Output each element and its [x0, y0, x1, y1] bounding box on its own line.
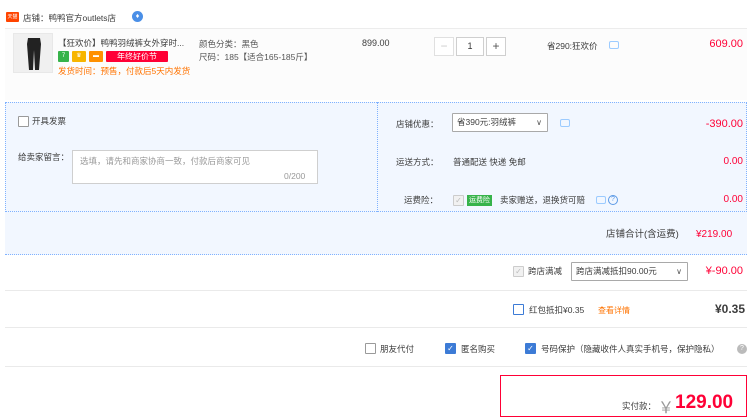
payment-amount: 129.00 [675, 392, 734, 413]
insurance-chat-icon[interactable] [596, 196, 606, 204]
promo-badge: 年终好价节 [106, 51, 168, 62]
delivery-label: 运送方式： [396, 157, 439, 167]
cross-store-label: 跨店满减 [528, 266, 563, 276]
cross-store-checkbox: ✓ [513, 266, 524, 277]
chevron-down-icon: ∨ [676, 267, 682, 276]
quantity-input[interactable]: 1 [456, 37, 484, 56]
cross-store-value: 跨店满减抵扣90.00元 [576, 266, 657, 276]
invoice-label: 开具发票 [32, 116, 67, 126]
gold-service-icon: ♛ [72, 51, 86, 62]
insurance-checkbox: ✓ [453, 195, 464, 206]
store-total-label: 店铺合计(含运费) [606, 229, 679, 240]
message-label: 给卖家留言： [18, 152, 70, 162]
quantity-decrease-button[interactable]: − [434, 37, 454, 56]
sku-info: 颜色分类：黑色 尺码：185【适合165-185斤】 [199, 38, 319, 64]
sku-size: 尺码：185【适合165-185斤】 [199, 52, 313, 62]
discount-chat-icon[interactable] [560, 119, 570, 127]
store-name-link[interactable]: 店铺：鸭鸭官方outlets店 [23, 12, 116, 24]
payment-label: 实付款： [622, 401, 657, 411]
sku-color: 颜色分类：黑色 [199, 39, 259, 49]
friend-pay-label: 朋友代付 [380, 344, 415, 354]
divider [5, 290, 747, 291]
seven-day-return-icon: 7 [58, 51, 69, 62]
help-icon[interactable]: ? [737, 344, 747, 354]
anonymous-label: 匿名购买 [461, 344, 496, 354]
product-thumbnail[interactable] [13, 33, 53, 73]
friend-pay-checkbox[interactable] [365, 343, 376, 354]
store-badge-icon: ♦ [132, 11, 143, 22]
quantity-increase-button[interactable]: + [486, 37, 506, 56]
message-placeholder: 选填，请先和商家协商一致，付款后商家可见 [80, 156, 251, 166]
chat-bubble-icon[interactable] [609, 41, 619, 49]
insurance-tag: 运费险 [467, 195, 492, 206]
savings-text: 省290:狂欢价 [547, 41, 598, 51]
shop-discount-label: 店铺优惠： [396, 119, 439, 129]
shop-discount-select[interactable]: 省390元:羽绒裤 ∨ [452, 113, 548, 132]
product-title-link[interactable]: 【狂欢价】鸭鸭羽绒裤女外穿时... [58, 37, 196, 49]
red-packet-details-link[interactable]: 查看详情 [598, 305, 630, 317]
question-icon[interactable]: ? [608, 195, 618, 205]
divider [5, 366, 747, 367]
cross-store-amount: ¥-90.00 [705, 265, 743, 277]
message-counter: 0/200 [284, 171, 306, 181]
red-packet-checkbox[interactable] [513, 304, 524, 315]
unit-price: 899.00 [362, 38, 390, 48]
insurance-amount: 0.00 [723, 194, 743, 205]
store-total-amount: ¥219.00 [696, 229, 733, 240]
shop-discount-value: 省390元:羽绒裤 [457, 117, 517, 127]
insurance-value: 卖家赠送，退换货可赔 [500, 195, 586, 205]
card-icon: ▬ [89, 51, 103, 62]
tmall-store-icon: 天猫 [6, 12, 19, 22]
cross-store-select[interactable]: 跨店满减抵扣90.00元 ∨ [571, 262, 688, 281]
item-row-total: 609.00 [709, 38, 743, 50]
anonymous-checkbox[interactable]: ✓ [445, 343, 456, 354]
red-packet-label: 红包抵扣¥0.35 [529, 305, 585, 315]
divider [5, 327, 747, 328]
chevron-down-icon: ∨ [536, 118, 542, 127]
insurance-label: 运费险： [404, 195, 439, 205]
delivery-value: 普通配送 快递 免邮 [453, 157, 526, 167]
invoice-checkbox[interactable] [18, 116, 29, 127]
red-packet-amount: ¥0.35 [714, 302, 745, 316]
number-protect-label: 号码保护（隐藏收件人真实手机号，保护隐私） [541, 344, 720, 354]
number-protect-checkbox[interactable]: ✓ [525, 343, 536, 354]
currency-symbol: ￥ [658, 400, 675, 417]
shop-discount-amount: -390.00 [705, 118, 743, 130]
shipping-note: 发货时间：预售，付款后5天内发货 [58, 66, 191, 76]
delivery-amount: 0.00 [723, 156, 743, 167]
